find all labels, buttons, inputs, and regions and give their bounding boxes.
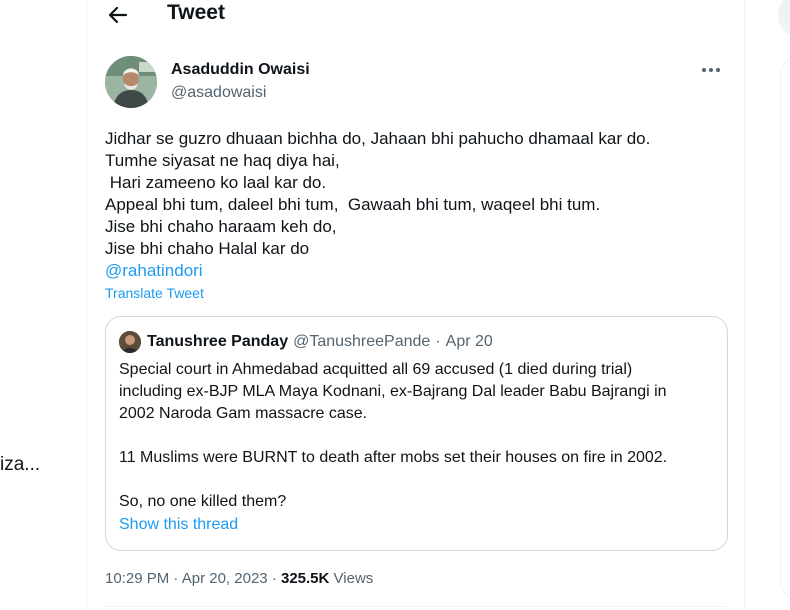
tweet-line: Jidhar se guzro dhuaan bichha do, Jahaan… bbox=[105, 129, 651, 148]
tweet-line: Tumhe siyasat ne haq diya hai, bbox=[105, 151, 340, 170]
separator-dot: · bbox=[173, 570, 179, 587]
quoted-tweet-text: Special court in Ahmedabad acquitted all… bbox=[119, 359, 719, 513]
quoted-author-handle: @TanushreePande bbox=[293, 333, 431, 350]
left-truncated-text: iza... bbox=[0, 454, 41, 475]
more-options-button[interactable] bbox=[697, 60, 725, 80]
quoted-author-name: Tanushree Panday bbox=[147, 333, 289, 350]
quoted-line: 2002 Naroda Gam massacre case. bbox=[119, 405, 368, 422]
tweet-line: Jise bhi chaho haraam keh do, bbox=[105, 217, 337, 236]
quoted-tweet[interactable]: Tanushree Panday @TanushreePande · Apr 2… bbox=[105, 316, 728, 551]
back-button[interactable] bbox=[105, 2, 131, 28]
quoted-tweet-header: Tanushree Panday @TanushreePande · Apr 2… bbox=[119, 331, 493, 353]
left-sidebar: iza... bbox=[0, 0, 86, 610]
author-handle[interactable]: @asadowaisi bbox=[171, 84, 266, 102]
quoted-line: Special court in Ahmedabad acquitted all… bbox=[119, 361, 633, 378]
tweet-time[interactable]: 10:29 PM bbox=[105, 570, 169, 587]
avatar-image bbox=[105, 56, 157, 108]
separator-dot: · bbox=[435, 333, 441, 350]
separator-dot: · bbox=[271, 570, 277, 587]
tweet-line: Jise bhi chaho Halal kar do bbox=[105, 239, 310, 258]
views-count: 325.5K bbox=[280, 570, 330, 587]
tweet-author: Asaduddin Owaisi @asadowaisi bbox=[105, 56, 725, 110]
page-title: Tweet bbox=[167, 1, 225, 24]
author-name[interactable]: Asaduddin Owaisi bbox=[171, 61, 310, 79]
quoted-line: 11 Muslims were BURNT to death after mob… bbox=[119, 449, 668, 466]
more-horizontal-icon bbox=[702, 68, 720, 72]
tweet-header: Tweet bbox=[87, 0, 744, 30]
divider bbox=[105, 606, 726, 607]
tweet-meta: 10:29 PM · Apr 20, 2023 · 325.5K Views bbox=[105, 570, 373, 587]
quoted-line: including ex-BJP MLA Maya Kodnani, ex-Ba… bbox=[119, 383, 667, 400]
quoted-line: So, no one killed them? bbox=[119, 493, 287, 510]
tweet-text: Jidhar se guzro dhuaan bichha do, Jahaan… bbox=[105, 128, 730, 282]
tweet-date[interactable]: Apr 20, 2023 bbox=[182, 570, 268, 587]
mention-link[interactable]: @rahatindori bbox=[105, 260, 730, 282]
quoted-avatar bbox=[119, 331, 141, 353]
search-box[interactable] bbox=[778, 0, 790, 36]
main-column: Tweet Asaduddin Owaisi @asadowaisi Jidha… bbox=[86, 0, 745, 610]
quoted-date: Apr 20 bbox=[445, 333, 493, 350]
views-label: Views bbox=[333, 570, 374, 587]
arrow-left-icon bbox=[108, 6, 128, 24]
tweet-line: Hari zameeno ko laal kar do. bbox=[105, 173, 327, 192]
sidebar-panel bbox=[780, 58, 790, 598]
translate-tweet-link[interactable]: Translate Tweet bbox=[105, 285, 204, 301]
avatar[interactable] bbox=[105, 56, 157, 108]
tweet-line: Appeal bhi tum, daleel bhi tum, Gawaah b… bbox=[105, 195, 601, 214]
right-sidebar bbox=[745, 0, 790, 610]
show-thread-link[interactable]: Show this thread bbox=[119, 516, 238, 534]
